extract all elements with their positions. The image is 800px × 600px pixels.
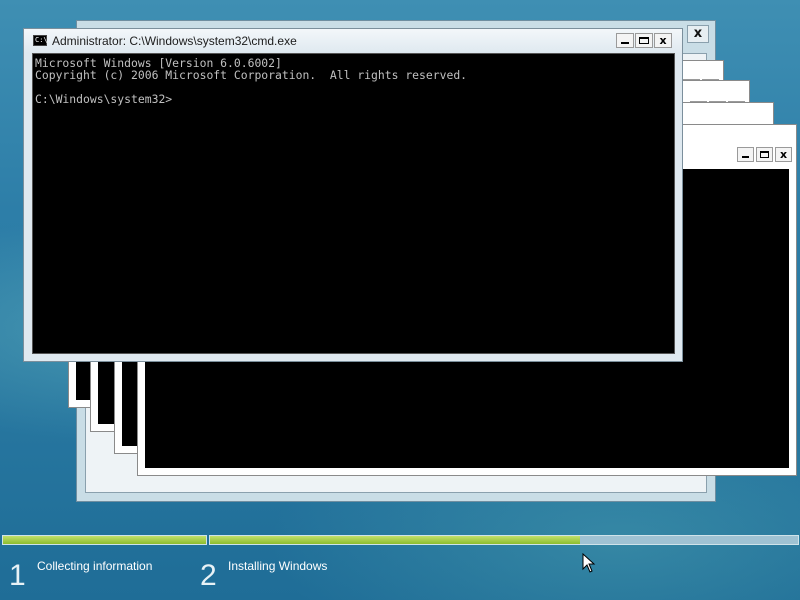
step1-number: 1 [9,559,26,592]
mouse-pointer-icon [582,553,596,573]
maximize-icon[interactable] [756,147,773,162]
minimize-icon[interactable] [616,33,634,48]
close-icon[interactable]: x [654,33,672,48]
step1-label: Collecting information [37,559,153,573]
cmd-icon: C:\ [33,35,48,46]
cmd-window[interactable]: C:\ Administrator: C:\Windows\system32\c… [23,28,683,362]
setup-close-button[interactable]: x [687,25,709,43]
console-output[interactable]: Microsoft Windows [Version 6.0.6002] Cop… [32,53,675,354]
progress-bar-step2 [209,535,799,545]
maximize-icon[interactable] [635,33,653,48]
progress-bar-step1 [2,535,207,545]
step2-number: 2 [200,559,217,592]
progress-fill-step1 [3,536,206,544]
close-icon[interactable]: x [775,147,792,162]
command-prompt[interactable]: C:\Windows\system32> [35,93,674,105]
window-title: Administrator: C:\Windows\system32\cmd.e… [52,34,297,48]
minimize-icon[interactable] [737,147,754,162]
window-controls: x [616,33,672,48]
step2-label: Installing Windows [228,559,328,573]
console-line-copyright: Copyright (c) 2006 Microsoft Corporation… [35,68,468,82]
progress-fill-step2 [210,536,581,544]
cmd-titlebar[interactable]: C:\ Administrator: C:\Windows\system32\c… [24,29,682,53]
